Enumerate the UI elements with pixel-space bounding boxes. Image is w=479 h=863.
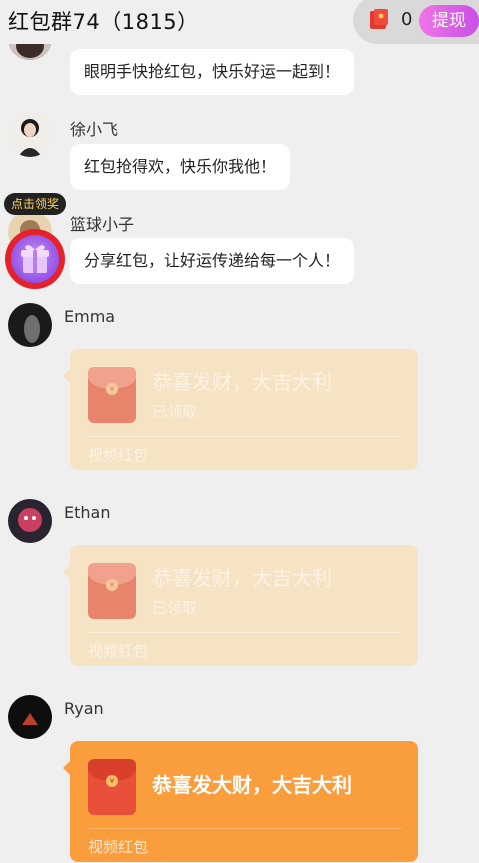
- avatar[interactable]: [8, 303, 52, 347]
- sender-name: 篮球小子: [70, 215, 135, 234]
- red-packet-message[interactable]: ¥ 恭喜发财，大吉大利 已领取 视频红包: [63, 545, 418, 666]
- red-packet-envelope-icon: ¥: [88, 563, 136, 619]
- avatar-image: [8, 303, 52, 347]
- red-packet-message[interactable]: ¥ 恭喜发财，大吉大利 已领取 视频红包: [63, 349, 418, 470]
- message-bubble: 红包抢得欢，快乐你我他！: [70, 144, 291, 190]
- red-packet-type: 视频红包: [88, 838, 149, 856]
- divider: [88, 632, 402, 633]
- gift-icon: [11, 235, 59, 283]
- wallet-pill[interactable]: 0 提现: [353, 0, 479, 44]
- red-packet-envelope-icon: ¥: [88, 367, 136, 423]
- divider: [88, 828, 402, 829]
- red-packet-title: 恭喜发财，大吉大利: [152, 370, 332, 394]
- message-bubble: 眼明手快抢红包，快乐好运一起到！: [70, 49, 355, 95]
- avatar[interactable]: [8, 113, 52, 157]
- avatar-image: [8, 113, 52, 157]
- group-title: 红包群74（1815）: [8, 10, 199, 34]
- red-packet-status: 已领取: [152, 403, 198, 421]
- avatar[interactable]: [8, 695, 52, 739]
- sender-name: 徐小飞: [70, 120, 119, 139]
- avatar-image: [8, 499, 52, 543]
- red-packet-type: 视频红包: [88, 642, 149, 660]
- red-packet-icon: [370, 9, 388, 29]
- divider: [88, 436, 402, 437]
- message-bubble: 分享红包，让好运传递给每一个人！: [70, 238, 355, 284]
- red-packet-title: 恭喜发财，大吉大利: [152, 566, 332, 590]
- avatar[interactable]: [8, 499, 52, 543]
- avatar-image: [8, 695, 52, 739]
- red-packet-envelope-icon: ¥: [88, 759, 136, 815]
- claim-reward-badge[interactable]: 点击领奖: [4, 193, 67, 215]
- red-packet-message[interactable]: ¥ 恭喜发大财，大吉大利 视频红包: [63, 741, 418, 862]
- chat-header: 红包群74（1815） 0 提现: [0, 0, 479, 44]
- red-packet-title: 恭喜发大财，大吉大利: [152, 773, 352, 797]
- sender-name: Emma: [64, 307, 116, 326]
- sender-name: Ethan: [64, 503, 111, 522]
- gift-button[interactable]: [5, 229, 65, 289]
- red-packet-type: 视频红包: [88, 446, 149, 464]
- wallet-count: 0: [401, 9, 413, 30]
- red-packet-status: 已领取: [152, 599, 198, 617]
- sender-name: Ryan: [64, 699, 104, 718]
- withdraw-button[interactable]: 提现: [419, 5, 479, 37]
